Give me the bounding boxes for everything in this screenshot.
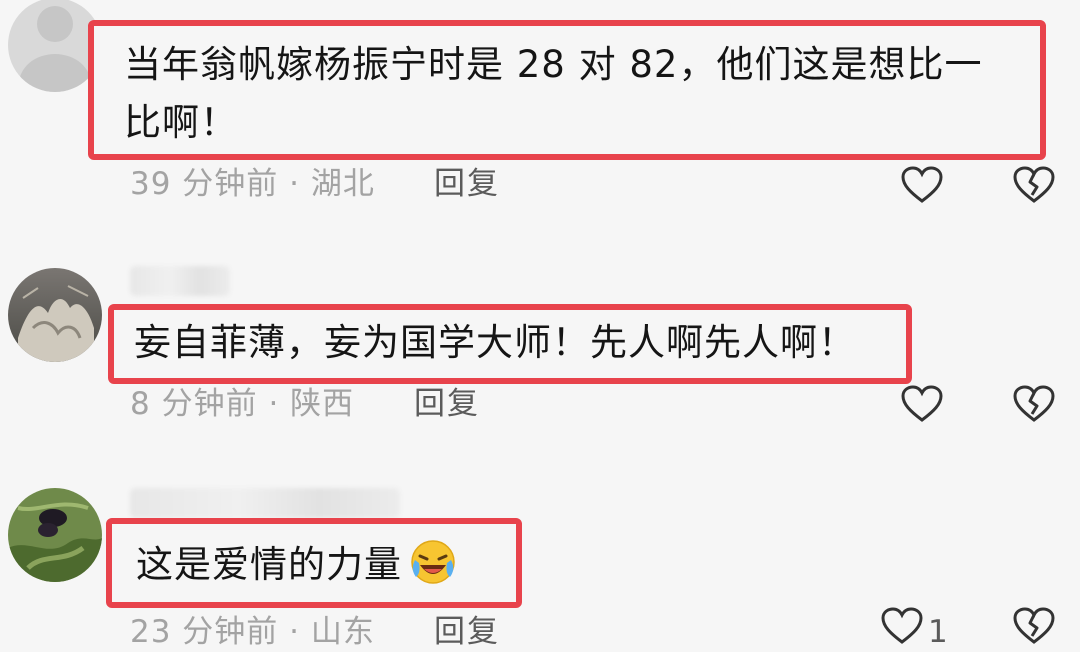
- avatar[interactable]: [8, 488, 102, 582]
- meta-separator: ·: [289, 614, 301, 650]
- reply-button[interactable]: 回复: [434, 612, 500, 652]
- broken-heart-icon[interactable]: [1012, 606, 1056, 646]
- comment-text-highlight: 这是爱情的力量: [106, 518, 522, 608]
- heart-outline-icon[interactable]: [880, 606, 924, 646]
- comment-item: 这是爱情的力量 23 分钟前 · 山东 回复 1: [0, 0, 1080, 650]
- comment-time: 23 分钟前: [130, 614, 279, 650]
- comment-meta: 23 分钟前 · 山东: [130, 612, 375, 652]
- laughing-crying-emoji-icon: [411, 540, 455, 584]
- username-blurred: [130, 488, 400, 518]
- comment-text-wrapper: 这是爱情的力量: [136, 536, 516, 594]
- comment-text: 这是爱情的力量: [136, 543, 402, 586]
- comment-region: 山东: [310, 614, 375, 650]
- like-count: 1: [928, 614, 948, 650]
